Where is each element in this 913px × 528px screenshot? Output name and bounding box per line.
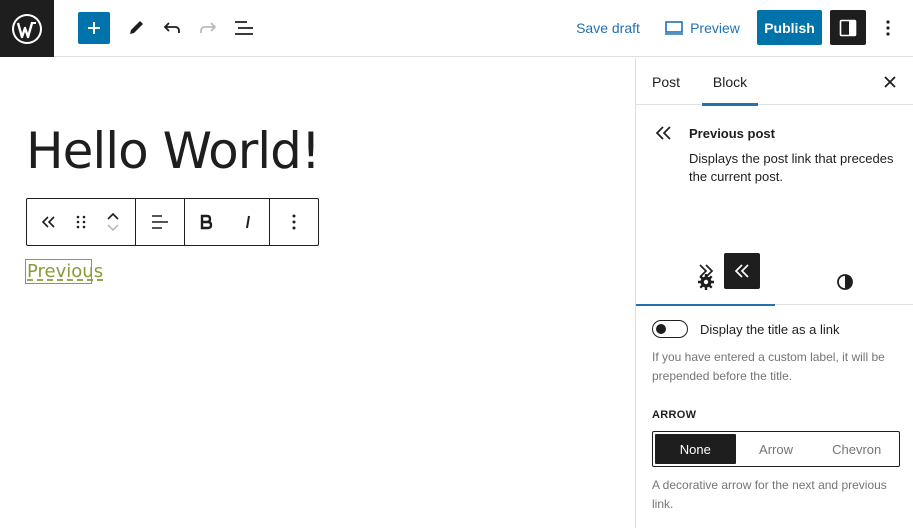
block-toolbar xyxy=(26,198,319,246)
settings-toggle-button[interactable] xyxy=(830,10,866,45)
wordpress-icon xyxy=(12,13,42,44)
double-chevron-left-icon xyxy=(41,216,55,228)
title-link-help-text: If you have entered a custom label, it w… xyxy=(652,350,885,383)
bold-icon xyxy=(200,214,213,230)
add-block-button[interactable] xyxy=(78,12,110,44)
tab-block[interactable]: Block xyxy=(702,58,758,106)
editor-header: Save draft Preview Publish xyxy=(0,0,913,57)
more-vertical-icon xyxy=(292,214,296,230)
block-name: Previous post xyxy=(689,126,775,141)
post-title[interactable]: Hello World! xyxy=(26,126,321,176)
undo-button[interactable] xyxy=(160,16,184,40)
arrow-segmented-control: None Arrow Chevron xyxy=(652,431,900,467)
close-icon xyxy=(884,76,896,88)
tab-settings[interactable] xyxy=(636,258,775,306)
title-link-toggle-label: Display the title as a link xyxy=(700,321,840,337)
bold-button[interactable] xyxy=(185,199,227,245)
block-description: Displays the post link that precedes the… xyxy=(689,151,894,184)
close-sidebar-button[interactable] xyxy=(878,70,902,94)
arrow-option-arrow[interactable]: Arrow xyxy=(736,434,817,464)
block-options-button[interactable] xyxy=(270,199,318,245)
double-chevron-left-icon xyxy=(655,126,671,140)
half-circle-icon xyxy=(836,273,853,290)
format-group xyxy=(185,199,270,245)
toggle-knob xyxy=(656,324,666,334)
plus-icon xyxy=(88,22,100,34)
block-options-group xyxy=(270,199,318,245)
settings-sidebar: Post Block Previous post Displays the po… xyxy=(635,58,913,528)
redo-icon xyxy=(200,22,217,33)
drag-handle-icon xyxy=(76,215,86,229)
options-menu-button[interactable] xyxy=(876,12,900,44)
arrow-option-none[interactable]: None xyxy=(655,434,736,464)
move-up-icon[interactable] xyxy=(106,212,120,220)
move-buttons xyxy=(91,199,135,245)
more-vertical-icon xyxy=(886,20,890,36)
inspector-tabs xyxy=(636,258,913,306)
alignment-group xyxy=(136,199,185,245)
list-view-icon xyxy=(235,21,253,35)
tab-post[interactable]: Post xyxy=(652,58,680,105)
align-left-icon xyxy=(152,215,168,229)
save-draft-button[interactable]: Save draft xyxy=(574,10,642,45)
arrow-field-label: ARROW xyxy=(652,409,697,421)
title-link-toggle[interactable] xyxy=(652,320,688,338)
drag-handle[interactable] xyxy=(71,199,91,245)
pencil-icon xyxy=(130,21,143,34)
editor-canvas: Hello World! Previous xyxy=(0,58,635,528)
arrow-help-text: A decorative arrow for the next and prev… xyxy=(652,478,887,511)
move-down-icon[interactable] xyxy=(106,224,120,232)
sidebar-tabs: Post Block xyxy=(636,58,913,106)
align-button[interactable] xyxy=(136,199,184,245)
italic-button[interactable] xyxy=(227,199,269,245)
document-overview-button[interactable] xyxy=(232,16,256,40)
block-parent-group xyxy=(27,199,136,245)
preview-button[interactable]: Preview xyxy=(662,10,742,45)
redo-button[interactable] xyxy=(196,16,220,40)
tools-button[interactable] xyxy=(124,16,148,40)
desktop-icon xyxy=(665,20,684,35)
italic-icon xyxy=(246,215,250,229)
wordpress-logo-button[interactable] xyxy=(0,0,54,57)
sidebar-icon xyxy=(839,19,857,36)
tab-styles[interactable] xyxy=(775,258,913,305)
arrow-option-chevron[interactable]: Chevron xyxy=(816,434,897,464)
gear-icon xyxy=(697,273,714,290)
previous-post-link[interactable]: Previous xyxy=(25,259,103,284)
title-link-toggle-row: Display the title as a link xyxy=(652,320,839,338)
preview-label: Preview xyxy=(690,19,740,36)
block-type-button[interactable] xyxy=(27,199,71,245)
undo-icon xyxy=(163,22,180,33)
publish-button[interactable]: Publish xyxy=(757,10,822,45)
